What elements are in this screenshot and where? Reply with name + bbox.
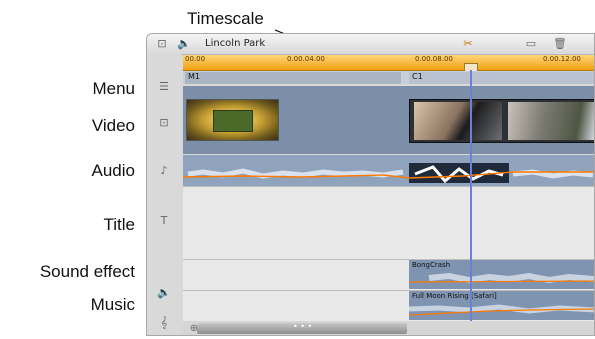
menu-clip[interactable]: C1: [409, 72, 594, 84]
music-callout: Music: [90, 295, 135, 314]
ruler-tick: 0.00.04.00: [287, 55, 325, 63]
speaker-icon[interactable]: 🔈: [173, 37, 195, 50]
title-icon[interactable]: T: [153, 214, 175, 227]
sound-effect-icon[interactable]: 🔈: [153, 286, 175, 299]
sound-effect-waveform: [409, 272, 594, 284]
timeline-scrollbar[interactable]: • • •: [197, 322, 407, 334]
title-callout: Title: [103, 215, 136, 234]
music-waveform: [409, 304, 594, 316]
menu-track: M1 C1: [183, 71, 594, 84]
film-icon[interactable]: ▭: [520, 37, 542, 50]
sound-effect-callout: Sound effect: [39, 262, 135, 281]
track-header-column: ☰ ⊡ ♪ T 🔈 𝄞: [147, 54, 181, 335]
video-clip-filmstrip[interactable]: [409, 99, 594, 143]
audio-icon[interactable]: ♪: [153, 164, 175, 177]
video-clip-thumbnail[interactable]: [186, 99, 279, 141]
timescale-ruler[interactable]: 00.00 0.00.04.00 0.00.08.00 0.00.12.00: [183, 55, 594, 72]
scrollbar-grip: • • •: [293, 322, 313, 331]
music-clip[interactable]: Full Moon Rising [Safari]: [409, 291, 594, 320]
audio-waveform[interactable]: [183, 163, 595, 183]
ruler-tick: 00.00: [185, 55, 206, 63]
menu-icon[interactable]: ☰: [153, 80, 175, 93]
playhead-line[interactable]: [470, 70, 472, 321]
video-icon[interactable]: ⊡: [153, 116, 175, 129]
trash-icon[interactable]: 🗑: [549, 37, 571, 50]
audio-callout: Audio: [91, 161, 135, 180]
sound-effect-track: BongCrash: [183, 260, 594, 290]
scissors-icon[interactable]: ✂: [457, 37, 479, 50]
video-track: [183, 86, 594, 154]
music-track: Full Moon Rising [Safari]: [183, 291, 594, 321]
ruler-tick: 0.00.12.00: [543, 55, 581, 63]
filmstrip-icon[interactable]: ⊡: [151, 37, 173, 50]
audio-track: [183, 155, 595, 186]
sound-effect-clip[interactable]: BongCrash: [409, 260, 594, 289]
menu-callout: Menu: [92, 79, 135, 98]
ruler-tick: 0.00.08.00: [415, 55, 453, 63]
video-callout: Video: [91, 116, 135, 135]
timeline-panel: ⊡ 🔈 Lincoln Park ✂ ▭ 🗑 ☰ ⊡ ♪ T 🔈 𝄞 00.00…: [146, 33, 595, 336]
menu-clip[interactable]: M1: [185, 72, 401, 84]
title-track[interactable]: [183, 187, 594, 259]
music-clef-icon[interactable]: 𝄞: [153, 316, 175, 330]
project-name: Lincoln Park: [205, 38, 266, 49]
timeline-toolbar: ⊡ 🔈 Lincoln Park ✂ ▭ 🗑: [147, 34, 594, 55]
